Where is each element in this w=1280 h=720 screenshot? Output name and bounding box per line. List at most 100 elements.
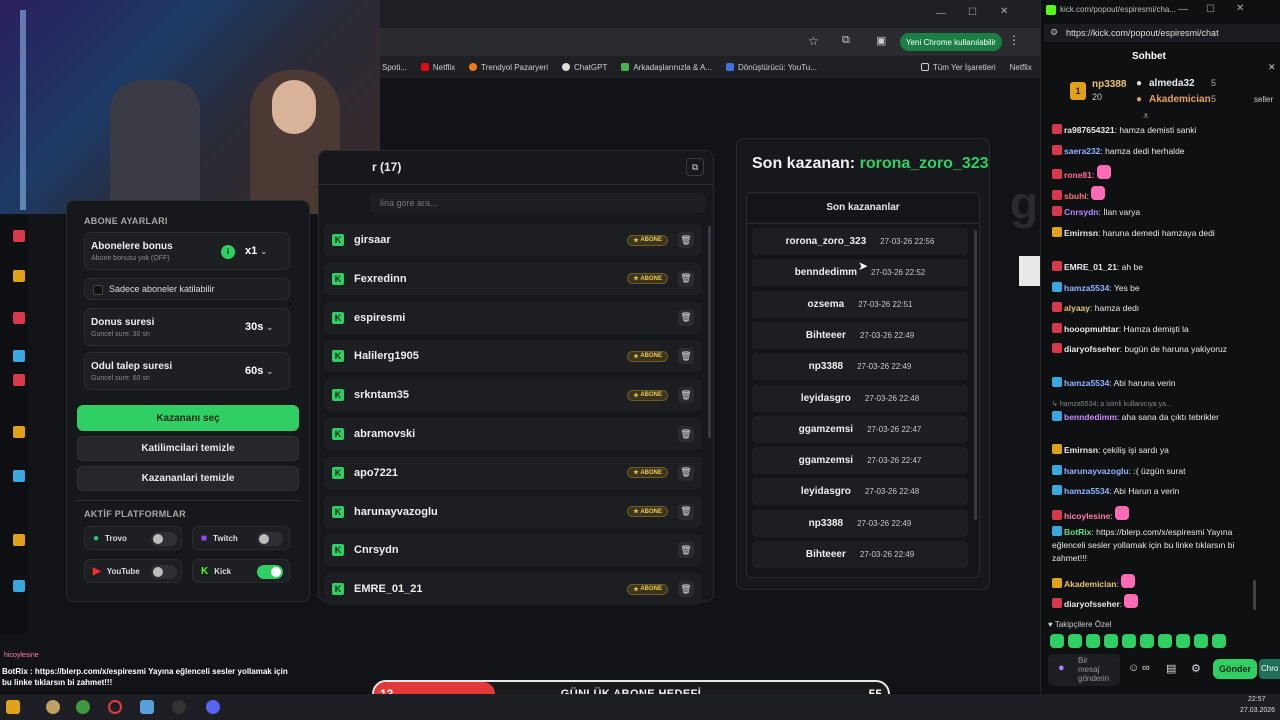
trash-icon[interactable]: 🗑 xyxy=(678,348,694,365)
emote-icon[interactable] xyxy=(1194,634,1208,648)
site-settings-icon[interactable]: ⚙ xyxy=(1050,27,1058,38)
chat-username[interactable]: hooopmuhtar xyxy=(1064,324,1119,334)
clear-participants-button[interactable]: Katilimcilari temizle xyxy=(77,436,299,461)
scrollbar[interactable] xyxy=(1253,580,1256,610)
search-input[interactable]: lina gore ara... xyxy=(370,193,706,213)
taskbar-app-icon[interactable] xyxy=(6,700,20,714)
chat-username[interactable]: hamza5534 xyxy=(1064,378,1109,388)
chat-username[interactable]: ra987654321 xyxy=(1064,125,1115,135)
clear-winners-button[interactable]: Kazananlari temizle xyxy=(77,466,299,491)
downloads-icon[interactable]: ▣ xyxy=(876,34,886,47)
emote-icon[interactable] xyxy=(1122,634,1136,648)
minimize-icon[interactable]: — xyxy=(1178,4,1188,15)
close-icon[interactable]: ✕ xyxy=(1236,3,1244,14)
chrome-icon[interactable] xyxy=(76,700,90,714)
emote-icon[interactable] xyxy=(1104,634,1118,648)
menu-icon[interactable]: ⋮ xyxy=(1008,33,1020,47)
info-icon[interactable]: i xyxy=(221,245,235,259)
opera-icon[interactable] xyxy=(108,700,122,714)
crown-icon xyxy=(13,426,25,438)
chat-username[interactable]: Emirnsn xyxy=(1064,445,1098,455)
send-button[interactable]: Gönder xyxy=(1213,659,1257,679)
emoji-icon[interactable]: ☺ xyxy=(1128,662,1139,674)
microphone-icon[interactable]: ● xyxy=(1058,662,1065,674)
duration-select[interactable]: 30s ⌄ xyxy=(245,321,273,333)
trash-icon[interactable]: 🗑 xyxy=(678,232,694,248)
platform-youtube: ▶ YouTube xyxy=(84,559,182,583)
kick-toggle[interactable] xyxy=(257,565,283,579)
bookmark-item[interactable]: Netflix xyxy=(420,63,455,72)
chat-username[interactable]: EMRE_01_21 xyxy=(1064,262,1117,272)
close-icon[interactable]: ✕ xyxy=(1268,62,1276,73)
trash-icon[interactable]: 🗑 xyxy=(678,503,694,520)
site-icon xyxy=(621,63,630,71)
infinity-icon[interactable]: ∞ xyxy=(1142,662,1150,674)
close-icon[interactable]: ✕ xyxy=(1000,6,1008,17)
extensions-icon[interactable]: ⧉ xyxy=(842,34,850,47)
subs-only-checkbox[interactable] xyxy=(93,285,103,295)
chat-username[interactable]: rone81 xyxy=(1064,170,1092,180)
copy-icon[interactable]: ⧉ xyxy=(686,158,704,176)
chat-username[interactable]: BotRix xyxy=(1064,527,1091,537)
bookmark-item[interactable]: Netflix xyxy=(1010,63,1032,72)
bookmark-item[interactable]: ChatGPT xyxy=(561,63,607,72)
chrome-side-button[interactable]: Chro xyxy=(1259,659,1280,679)
scrollbar[interactable] xyxy=(708,226,711,438)
chat-username[interactable]: harunayvazoglu xyxy=(1064,466,1129,476)
chat-username[interactable]: hicoylesine xyxy=(1064,511,1110,521)
emote-icon[interactable] xyxy=(1140,634,1154,648)
emote-icon[interactable] xyxy=(1212,634,1226,648)
store-icon[interactable]: ▤ xyxy=(1166,662,1176,675)
trash-icon[interactable]: 🗑 xyxy=(678,542,694,559)
trash-icon[interactable]: 🗑 xyxy=(678,270,694,287)
maximize-icon[interactable]: ☐ xyxy=(1206,4,1215,15)
chat-username[interactable]: Akademician xyxy=(1064,579,1116,589)
bookmark-item[interactable]: Dönüştürücü: YouTu... xyxy=(726,63,817,72)
trovo-toggle[interactable] xyxy=(151,532,177,546)
chrome-update-button[interactable]: Yeni Chrome kullanılabilir xyxy=(900,33,1002,51)
discord-icon[interactable] xyxy=(206,700,220,714)
chat-username[interactable]: saera232 xyxy=(1064,146,1100,156)
emote-icon[interactable] xyxy=(1050,634,1064,648)
maximize-icon[interactable]: ☐ xyxy=(968,7,977,18)
chat-username[interactable]: hamza5534 xyxy=(1064,486,1109,496)
trash-icon[interactable]: 🗑 xyxy=(678,426,694,442)
bookmark-item[interactable]: Arkadaşlarınızla & A... xyxy=(621,63,712,72)
chat-username[interactable]: Cnrsydn xyxy=(1064,207,1098,217)
subs-only-option[interactable]: Sadece aboneler katilabilir xyxy=(84,278,290,300)
emote-icon[interactable] xyxy=(1176,634,1190,648)
chat-input[interactable]: ● Bir mesaj gönderin xyxy=(1048,654,1120,686)
chat-username[interactable]: sbuhi xyxy=(1064,191,1087,201)
minimize-icon[interactable]: — xyxy=(936,8,946,19)
chat-username[interactable]: Emirnsn xyxy=(1064,228,1098,238)
chat-username[interactable]: alyaay xyxy=(1064,303,1090,313)
scrollbar[interactable] xyxy=(974,230,977,520)
trash-icon[interactable]: 🗑 xyxy=(678,387,694,404)
trash-icon[interactable]: 🗑 xyxy=(678,581,694,598)
gear-icon[interactable]: ⚙ xyxy=(1191,662,1201,675)
chat-username[interactable]: benndedimm xyxy=(1064,412,1117,422)
badge-icon xyxy=(1052,302,1062,312)
bookmark-folder[interactable]: Tüm Yer İşaretleri xyxy=(920,63,996,72)
participant-row: Kapo7221 ★ ABONE 🗑 xyxy=(324,456,702,489)
youtube-toggle[interactable] xyxy=(151,565,177,579)
trash-icon[interactable]: 🗑 xyxy=(678,464,694,481)
twitch-toggle[interactable] xyxy=(257,532,283,546)
taskbar-app-icon[interactable] xyxy=(140,700,154,714)
chat-username[interactable]: diaryofsseher xyxy=(1064,344,1120,354)
chat-username[interactable]: diaryofsseher xyxy=(1064,599,1120,609)
trash-icon[interactable]: 🗑 xyxy=(678,309,694,326)
bookmark-item[interactable]: Spoti... xyxy=(382,63,407,72)
emote-icon[interactable] xyxy=(1158,634,1172,648)
taskbar-app-icon[interactable] xyxy=(46,700,60,714)
claim-select[interactable]: 60s ⌄ xyxy=(245,365,273,377)
chat-username[interactable]: hamza5534 xyxy=(1064,283,1109,293)
obs-icon[interactable] xyxy=(172,700,186,714)
bonus-select[interactable]: x1 ⌄ xyxy=(245,245,267,257)
star-icon[interactable]: ☆ xyxy=(808,34,819,48)
pinned-toggle-icon[interactable]: ⩡ xyxy=(1143,111,1149,122)
pick-winner-button[interactable]: Kazananı seç xyxy=(77,405,299,431)
emote-icon[interactable] xyxy=(1068,634,1082,648)
emote-icon[interactable] xyxy=(1086,634,1100,648)
bookmark-item[interactable]: Trendyol Pazaryeri xyxy=(469,63,548,72)
